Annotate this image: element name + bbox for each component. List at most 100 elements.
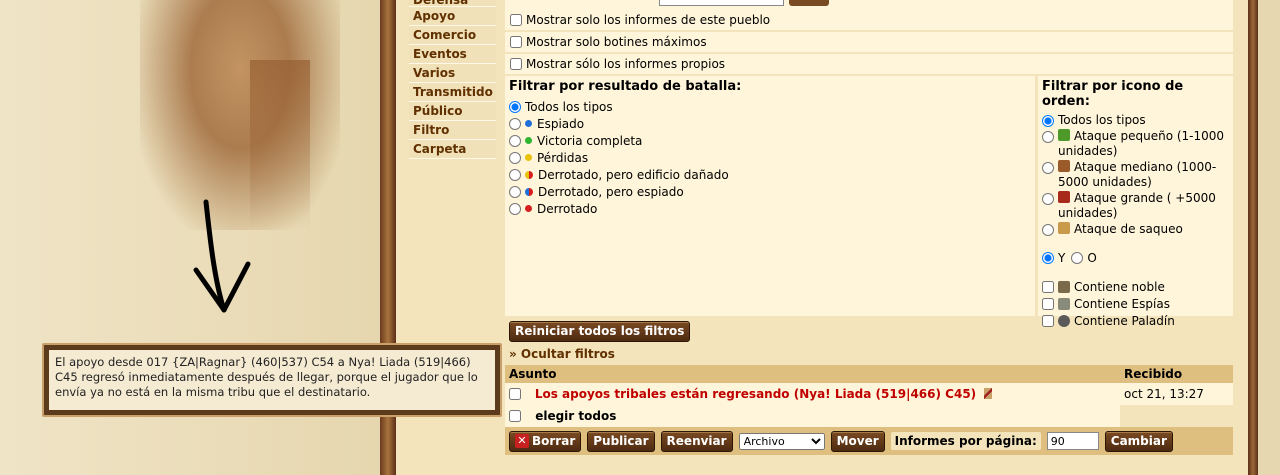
contains-label: Contiene Espías [1074,296,1170,311]
spy-icon [1058,297,1070,310]
menu-item-defensa[interactable]: Defensa [409,0,496,7]
title-filter-row [505,0,1233,10]
yellow-red-dot-icon [525,170,533,179]
battle-option[interactable]: Todos los tipos [509,98,1031,115]
large-attack-icon [1058,191,1070,203]
contains-paladin-checkbox[interactable] [1042,314,1054,327]
contains-option[interactable]: Contiene Espías [1042,295,1229,312]
select-all-checkbox[interactable] [509,410,521,422]
select-all-row: elegir todos [505,405,1233,427]
report-subject-link[interactable]: Los apoyos tribales están regresando (Ny… [535,387,976,401]
contains-spy-checkbox[interactable] [1042,297,1054,310]
contains-option[interactable]: Contiene Paladín [1042,312,1229,329]
delete-button[interactable]: ✕ Borrar [509,430,582,452]
option-village-only: Mostrar solo los informes de este pueblo [505,10,1233,32]
rename-icon[interactable] [983,388,992,399]
yellow-dot-icon [525,154,532,161]
move-button[interactable]: Mover [830,430,885,452]
order-option-label: Ataque de saqueo [1074,222,1183,236]
order-option-label: Ataque mediano (1000-5000 unidades) [1058,160,1217,189]
report-actions-bar: ✕ Borrar Publicar Reenviar Archivo Mover… [505,427,1233,455]
order-option[interactable]: Ataque de saqueo [1042,222,1229,237]
battle-defeated-damaged-radio[interactable] [509,168,521,181]
order-option[interactable]: Ataque mediano (1000-5000 unidades) [1042,160,1229,190]
order-plunder-radio[interactable] [1042,224,1054,236]
menu-item-apoyo[interactable]: Apoyo [409,7,496,26]
menu-item-publico[interactable]: Público [409,102,496,121]
report-received: oct 21, 13:27 [1120,383,1233,405]
order-option[interactable]: Todos los tipos [1042,113,1229,128]
and-label: Y [1058,250,1066,265]
menu-item-comercio[interactable]: Comercio [409,26,496,45]
battle-spied-radio[interactable] [509,117,521,130]
own-only-label: Mostrar sólo los informes propios [526,57,726,71]
order-large-radio[interactable] [1042,193,1054,205]
delete-label: Borrar [532,433,576,448]
title-filter-input[interactable] [659,0,784,6]
menu-item-carpeta[interactable]: Carpeta [409,140,496,159]
per-page-label: Informes por página: [890,432,1041,450]
menu-item-transmitido[interactable]: Transmitido [409,83,496,102]
order-medium-radio[interactable] [1042,162,1054,174]
battle-option[interactable]: Derrotado, pero espiado [509,183,1031,200]
delete-x-icon: ✕ [515,434,529,448]
max-loot-label: Mostrar solo botines máximos [526,35,707,49]
order-option[interactable]: Ataque pequeño (1-1000 unidades) [1042,129,1229,159]
warrior-illustration [140,0,340,230]
battle-option-label: Espiado [537,116,585,131]
order-option-label: Ataque pequeño (1-1000 unidades) [1058,129,1225,158]
max-loot-checkbox[interactable] [510,36,522,48]
own-only-checkbox[interactable] [510,58,522,70]
battle-option-label: Pérdidas [537,150,589,165]
report-checkbox[interactable] [509,388,521,400]
or-label: O [1087,250,1097,265]
reports-main: Mostrar solo los informes de este pueblo… [505,0,1233,455]
table-header: Asunto Recibido [505,365,1233,383]
reset-filters-button[interactable]: Reiniciar todos los filtros [509,321,691,342]
medium-attack-icon [1058,160,1070,172]
folder-select[interactable]: Archivo [738,432,825,450]
battle-victory-radio[interactable] [509,134,521,147]
tooltip-text: El apoyo desde 017 {ZA|Ragnar} (460|537)… [49,350,495,410]
order-all-radio[interactable] [1042,115,1054,127]
battle-option[interactable]: Espiado [509,115,1031,132]
column-received: Recibido [1120,365,1233,383]
publish-button[interactable]: Publicar [587,430,655,452]
select-all-label: elegir todos [535,409,617,423]
contains-option[interactable]: Contiene noble [1042,278,1229,295]
contains-noble-checkbox[interactable] [1042,280,1054,293]
battle-all-radio[interactable] [509,100,521,113]
order-option-label: Todos los tipos [1058,113,1146,127]
battle-option[interactable]: Derrotado, pero edificio dañado [509,166,1031,183]
battle-losses-radio[interactable] [509,151,521,164]
per-page-input[interactable] [1046,432,1099,450]
village-only-checkbox[interactable] [510,14,522,26]
order-icon-filter: Filtrar por icono de orden: Todos los ti… [1038,76,1233,328]
annotation-arrow-icon [193,199,251,313]
hide-filters-link[interactable]: » Ocultar filtros [505,343,1233,365]
order-small-radio[interactable] [1042,131,1054,143]
battle-defeated-spied-radio[interactable] [509,185,521,198]
menu-item-varios[interactable]: Varios [409,64,496,83]
report-tooltip: El apoyo desde 017 {ZA|Ragnar} (460|537)… [42,343,502,417]
or-radio[interactable] [1071,251,1084,264]
battle-option[interactable]: Victoria completa [509,132,1031,149]
frame-border-right [1248,0,1258,475]
battle-option-label: Derrotado, pero edificio dañado [538,167,729,182]
battle-option[interactable]: Pérdidas [509,149,1031,166]
title-filter-button[interactable] [789,0,829,6]
menu-item-filtro[interactable]: Filtro [409,121,496,140]
report-category-menu: Defensa Apoyo Comercio Eventos Varios Tr… [409,0,496,159]
forward-button[interactable]: Reenviar [660,430,733,452]
and-radio[interactable] [1042,251,1054,264]
column-subject: Asunto [505,365,1120,383]
battle-option[interactable]: Derrotado [509,200,1031,217]
menu-item-eventos[interactable]: Eventos [409,45,496,64]
order-option[interactable]: Ataque grande ( +5000 unidades) [1042,191,1229,221]
battle-defeated-radio[interactable] [509,202,521,215]
green-dot-icon [525,137,532,144]
battle-option-label: Derrotado, pero espiado [538,184,684,199]
and-or-toggle: Y O [1042,249,1229,266]
order-filter-title: Filtrar por icono de orden: [1042,79,1184,109]
change-button[interactable]: Cambiar [1104,430,1173,452]
